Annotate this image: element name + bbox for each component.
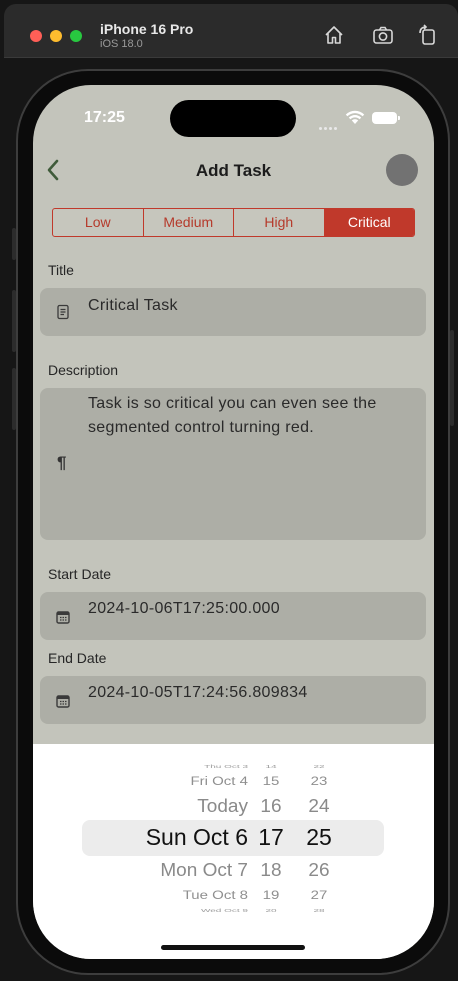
picker-date-cell: Mon Oct 7 [160, 860, 248, 881]
picker-date-cell: Thu Oct 3 [204, 764, 248, 770]
volume-up-button [12, 290, 16, 352]
picker-hour-cell: 14 [265, 764, 277, 770]
priority-medium-segment[interactable]: Medium [144, 209, 234, 236]
minimize-window-button[interactable] [50, 30, 62, 42]
picker-minute-cell: 24 [308, 796, 330, 817]
priority-high-segment[interactable]: High [234, 209, 325, 236]
picker-date-cell: Wed Oct 9 [200, 908, 248, 914]
picker-date-cell: Today [197, 796, 248, 817]
battery-icon [372, 112, 400, 124]
description-label: Description [48, 362, 119, 378]
home-indicator[interactable] [161, 945, 305, 950]
action-button [12, 228, 16, 260]
picker-hour-cell: 20 [265, 908, 277, 914]
wifi-icon [345, 110, 365, 124]
date-time-picker[interactable]: Thu Oct 3 14 22 Fri Oct 4 15 23 Today 16 24 Sun O… [33, 744, 434, 959]
start-date-value: 2024-10-06T17:25:00.000 [88, 600, 280, 617]
picker-minute-cell: 28 [313, 908, 325, 914]
home-icon[interactable] [323, 24, 345, 46]
calendar-icon [56, 695, 70, 708]
power-button [450, 330, 454, 426]
picker-hour-cell: 17 [258, 824, 284, 851]
dynamic-island [170, 100, 296, 137]
status-time: 17:25 [84, 109, 125, 126]
picker-date-cell: Tue Oct 8 [182, 888, 248, 903]
rotate-icon[interactable] [417, 24, 439, 46]
picker-date-cell: Fri Oct 4 [190, 774, 248, 789]
page-title: Add Task [195, 161, 272, 180]
picker-hour-cell: 18 [260, 860, 282, 881]
title-label: Title [48, 262, 74, 278]
paragraph-icon: ¶ [57, 453, 67, 472]
picker-minute-cell: 25 [306, 824, 332, 851]
app-screen: 17:25 Add Task Low Medium High Critical … [33, 85, 434, 959]
screenshot-icon[interactable] [372, 24, 394, 46]
picker-hour-cell: 19 [262, 888, 280, 903]
os-version: iOS 18.0 [100, 38, 143, 50]
title-value: Critical Task [88, 297, 178, 314]
avatar[interactable] [386, 154, 418, 186]
device-name: iPhone 16 Pro [100, 21, 194, 37]
picker-minute-cell: 22 [313, 764, 325, 770]
picker-hour-cell: 16 [260, 796, 282, 817]
picker-minute-cell: 23 [310, 774, 328, 789]
end-date-input[interactable]: 2024-10-05T17:24:56.809834 [40, 676, 426, 724]
priority-critical-segment[interactable]: Critical [324, 209, 414, 236]
end-date-value: 2024-10-05T17:24:56.809834 [88, 684, 308, 701]
picker-minute-cell: 26 [308, 860, 330, 881]
picker-date-cell: Sun Oct 6 [145, 824, 248, 851]
picker-minute-cell: 27 [310, 888, 328, 903]
picker-hour-cell: 15 [262, 774, 280, 789]
description-input[interactable]: ¶ Task is so critical you can even see t… [40, 388, 426, 540]
title-input[interactable]: Critical Task [40, 288, 426, 336]
calendar-icon [56, 611, 70, 624]
close-window-button[interactable] [30, 30, 42, 42]
priority-low-segment[interactable]: Low [53, 209, 144, 236]
volume-down-button [12, 368, 16, 430]
description-line-2: segmented control turning red. [88, 419, 315, 436]
description-line-1: Task is so critical you can even see the [88, 395, 377, 412]
simulator-toolbar: iPhone 16 Pro iOS 18.0 [4, 4, 458, 58]
document-icon [57, 304, 69, 320]
zoom-window-button[interactable] [70, 30, 82, 42]
cellular-signal-icon [319, 117, 339, 135]
priority-segmented-control: Low Medium High Critical [52, 208, 415, 237]
start-date-input[interactable]: 2024-10-06T17:25:00.000 [40, 592, 426, 640]
start-date-label: Start Date [48, 566, 112, 582]
end-date-label: End Date [48, 650, 107, 666]
